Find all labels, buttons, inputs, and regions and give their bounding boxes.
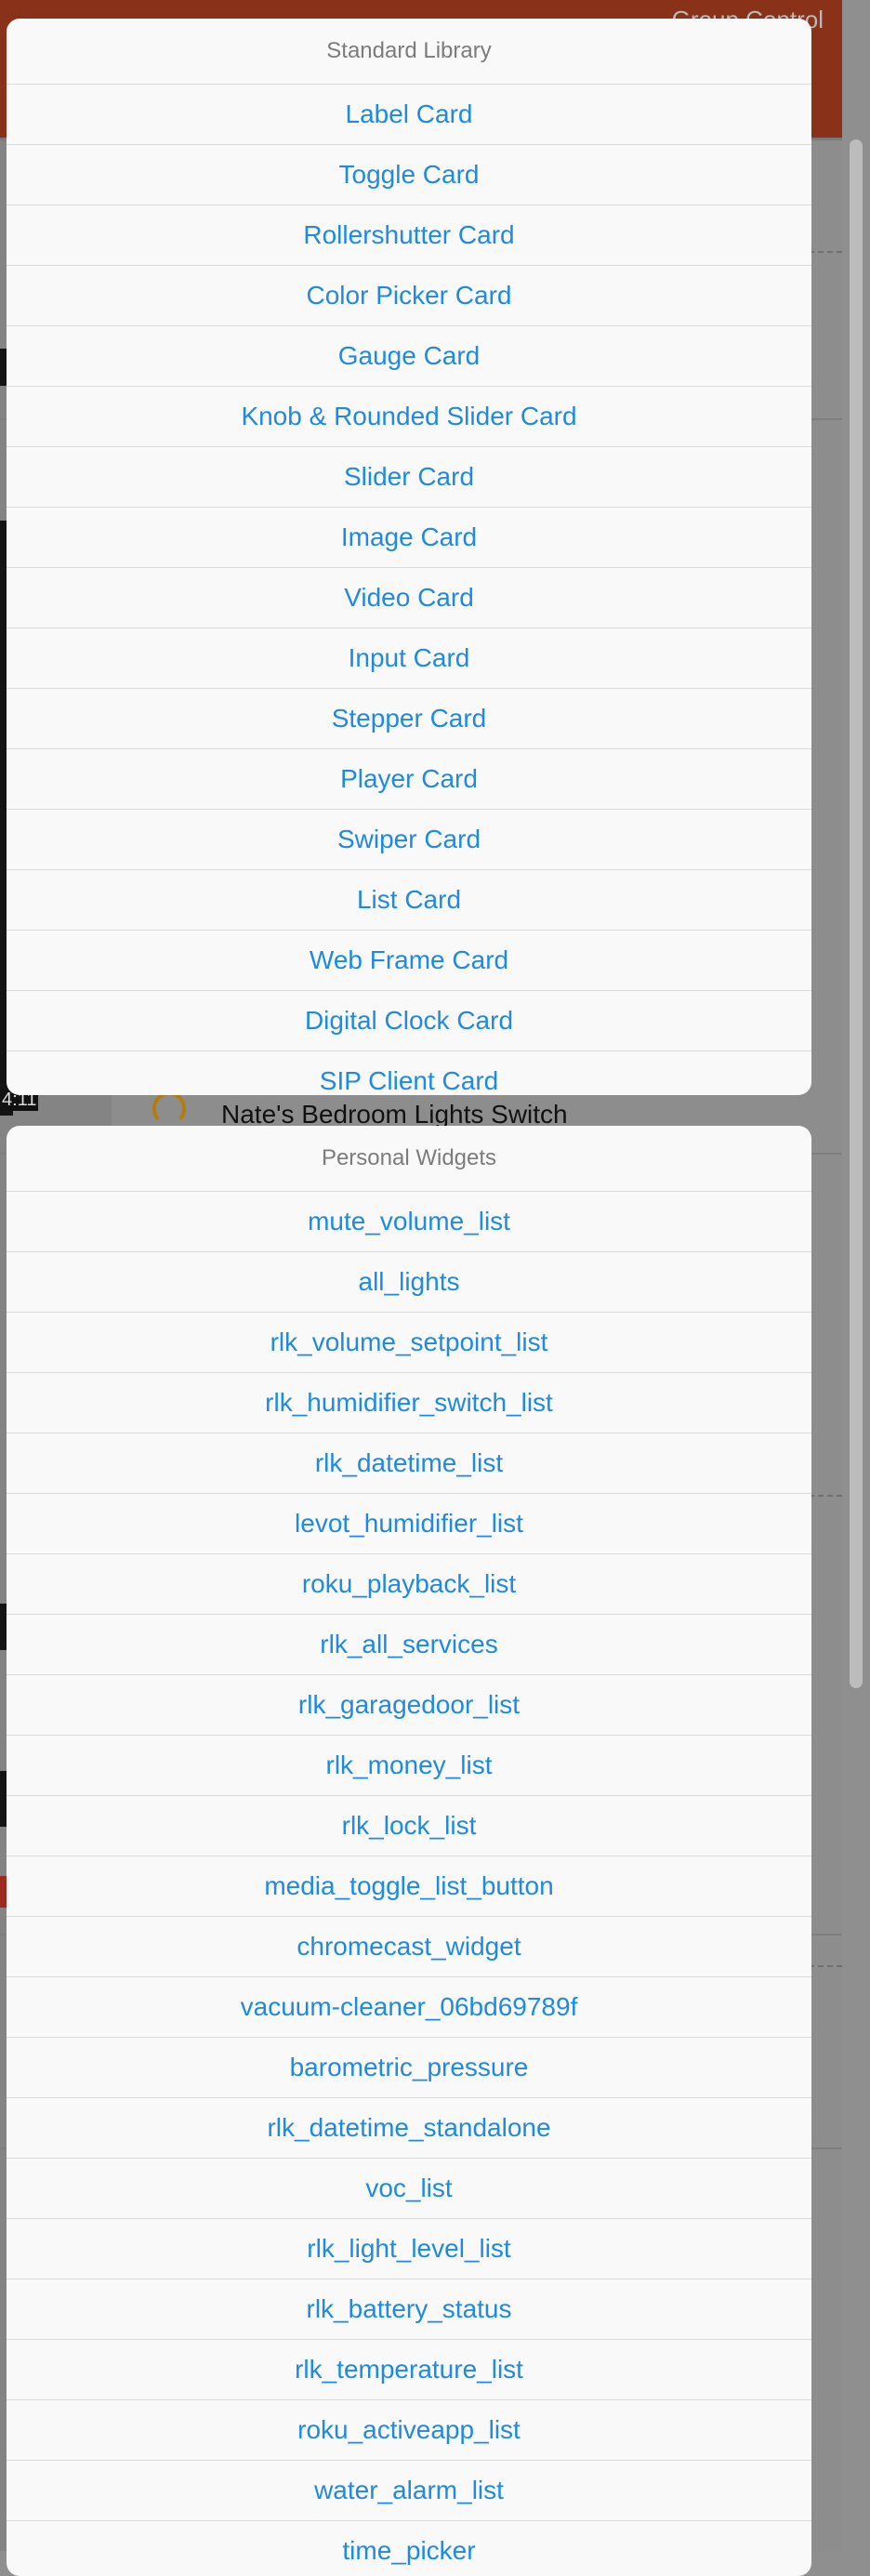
standard-library-item-web-frame-card[interactable]: Web Frame Card [7,931,811,991]
personal-widget-item-rlk-datetime-list[interactable]: rlk_datetime_list [7,1433,811,1494]
personal-widget-item-media-toggle-list-button[interactable]: media_toggle_list_button [7,1856,811,1917]
standard-library-list: Label Card Toggle Card Rollershutter Card C… [7,85,811,1095]
personal-widget-item-rlk-lock-list[interactable]: rlk_lock_list [7,1796,811,1856]
standard-library-item-input-card[interactable]: Input Card [7,628,811,689]
standard-library-item-digital-clock-card[interactable]: Digital Clock Card [7,991,811,1051]
background-dashed-line [809,251,842,253]
personal-widget-item-rlk-garagedoor-list[interactable]: rlk_garagedoor_list [7,1675,811,1736]
personal-widget-item-water-alarm-list[interactable]: water_alarm_list [7,2461,811,2521]
personal-widget-item-all-lights[interactable]: all_lights [7,1252,811,1313]
personal-widget-item-voc-list[interactable]: voc_list [7,2159,811,2219]
personal-widget-item-roku-activeapp-list[interactable]: roku_activeapp_list [7,2400,811,2461]
personal-widgets-sheet: Personal Widgets mute_volume_list all_lig… [7,1126,811,2576]
personal-widget-item-rlk-datetime-standalone[interactable]: rlk_datetime_standalone [7,2098,811,2159]
personal-widget-item-roku-playback-list[interactable]: roku_playback_list [7,1554,811,1615]
scrollbar-thumb[interactable] [850,139,863,1688]
page-scrollbar[interactable] [842,0,870,2551]
standard-library-item-video-card[interactable]: Video Card [7,568,811,628]
standard-library-item-player-card[interactable]: Player Card [7,749,811,810]
personal-widget-item-rlk-humidifier-switch-list[interactable]: rlk_humidifier_switch_list [7,1373,811,1433]
standard-library-sheet: Standard Library Label Card Toggle Card Ro… [7,19,811,1095]
standard-library-item-rollershutter-card[interactable]: Rollershutter Card [7,205,811,266]
personal-widget-item-mute-volume-list[interactable]: mute_volume_list [7,1192,811,1252]
personal-widgets-list: mute_volume_list all_lights rlk_volume_set… [7,1192,811,2576]
personal-widget-item-rlk-battery-status[interactable]: rlk_battery_status [7,2279,811,2340]
standard-library-item-stepper-card[interactable]: Stepper Card [7,689,811,749]
standard-library-item-list-card[interactable]: List Card [7,870,811,931]
standard-library-item-slider-card[interactable]: Slider Card [7,447,811,508]
personal-widget-item-time-picker[interactable]: time_picker [7,2521,811,2576]
personal-widget-item-levot-humidifier-list[interactable]: levot_humidifier_list [7,1494,811,1554]
personal-widget-item-vacuum-cleaner-06bd69789f[interactable]: vacuum-cleaner_06bd69789f [7,1977,811,2038]
standard-library-item-sip-client-card[interactable]: SIP Client Card [7,1051,811,1095]
personal-widget-item-rlk-temperature-list[interactable]: rlk_temperature_list [7,2340,811,2400]
standard-library-item-image-card[interactable]: Image Card [7,508,811,568]
personal-widget-item-chromecast-widget[interactable]: chromecast_widget [7,1917,811,1977]
background-dashed-line [809,1495,842,1497]
personal-widget-item-rlk-light-level-list[interactable]: rlk_light_level_list [7,2219,811,2279]
standard-library-item-label-card[interactable]: Label Card [7,85,811,145]
standard-library-item-color-picker-card[interactable]: Color Picker Card [7,266,811,326]
standard-library-item-gauge-card[interactable]: Gauge Card [7,326,811,387]
background-dashed-line [809,1965,842,1967]
standard-library-title: Standard Library [7,19,811,85]
personal-widget-item-rlk-all-services[interactable]: rlk_all_services [7,1615,811,1675]
standard-library-item-knob-rounded-slider-card[interactable]: Knob & Rounded Slider Card [7,387,811,447]
standard-library-item-toggle-card[interactable]: Toggle Card [7,145,811,205]
personal-widget-item-rlk-money-list[interactable]: rlk_money_list [7,1736,811,1796]
personal-widget-item-rlk-volume-setpoint-list[interactable]: rlk_volume_setpoint_list [7,1313,811,1373]
standard-library-item-swiper-card[interactable]: Swiper Card [7,810,811,870]
personal-widgets-title: Personal Widgets [7,1126,811,1192]
personal-widget-item-barometric-pressure[interactable]: barometric_pressure [7,2038,811,2098]
lightbulb-icon [152,1091,186,1125]
